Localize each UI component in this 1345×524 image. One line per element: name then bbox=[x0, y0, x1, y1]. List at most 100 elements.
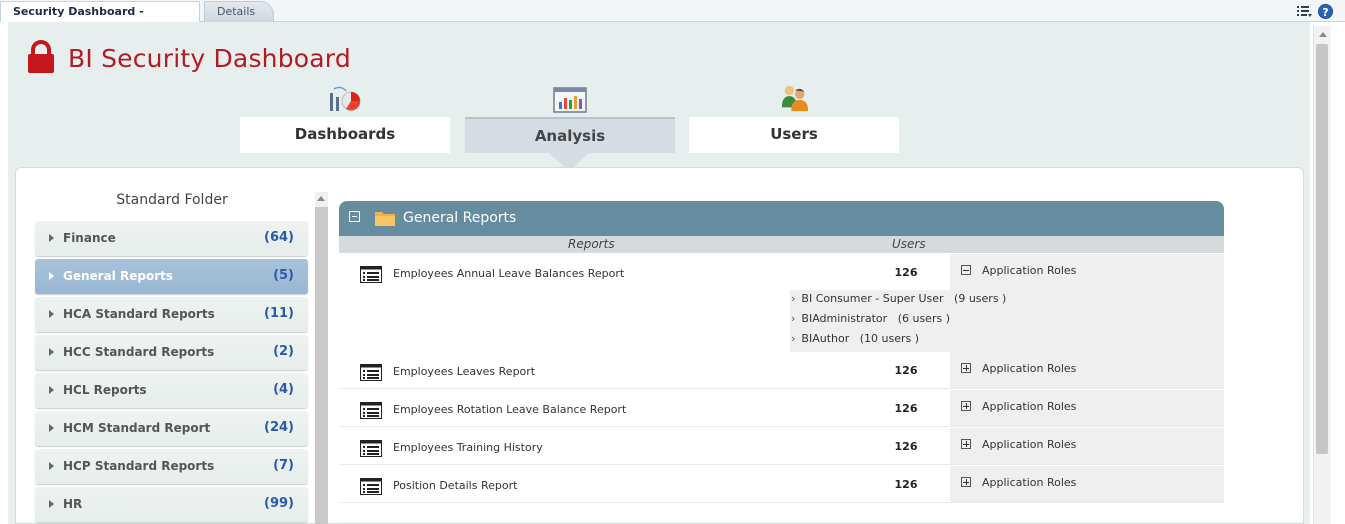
folder-list-scrollbar[interactable] bbox=[315, 192, 328, 524]
folder-item-count: (99) bbox=[264, 496, 294, 511]
report-user-count: 126 bbox=[894, 364, 918, 377]
scroll-up-arrow-icon[interactable] bbox=[317, 196, 325, 201]
tab-dashboards[interactable]: Dashboards bbox=[240, 117, 450, 153]
folder-item-finance[interactable]: Finance (64) bbox=[35, 221, 308, 256]
folder-item-hcl-reports[interactable]: HCL Reports (4) bbox=[35, 373, 308, 408]
folder-item-count: (24) bbox=[264, 420, 294, 435]
folder-icon bbox=[375, 212, 395, 226]
report-icon bbox=[360, 402, 382, 419]
collapse-icon[interactable] bbox=[349, 211, 360, 222]
report-user-count: 126 bbox=[894, 266, 918, 279]
chevron-right-icon: › bbox=[791, 332, 796, 345]
report-name[interactable]: Employees Leaves Report bbox=[393, 365, 535, 378]
report-panel-header: General Reports bbox=[339, 201, 1224, 236]
folder-item-hr[interactable]: HR (99) bbox=[35, 487, 308, 522]
application-roles-cell: Application Roles bbox=[950, 428, 1224, 464]
page-title: BI Security Dashboard bbox=[68, 44, 351, 73]
report-panel-title: General Reports bbox=[403, 210, 517, 226]
folder-item-label: HCM Standard Report bbox=[63, 421, 211, 435]
caret-right-icon bbox=[49, 386, 54, 394]
table-row[interactable]: Employees Training History 126 Applicati… bbox=[339, 428, 1224, 465]
role-item[interactable]: › BI Consumer - Super User (9 users ) bbox=[791, 292, 1006, 305]
role-name: BI Consumer - Super User bbox=[801, 292, 944, 305]
caret-right-icon bbox=[49, 500, 54, 508]
caret-right-icon bbox=[49, 348, 54, 356]
users-icon bbox=[781, 85, 809, 112]
application-roles-cell: Application Roles bbox=[950, 466, 1224, 502]
folder-item-hcm-standard-report[interactable]: HCM Standard Report (24) bbox=[35, 411, 308, 446]
scroll-up-arrow-icon[interactable] bbox=[1319, 32, 1327, 37]
role-name: BIAuthor bbox=[801, 332, 850, 345]
expand-icon[interactable] bbox=[961, 439, 971, 449]
application-roles-cell: Application Roles bbox=[950, 352, 1224, 388]
tab-analysis[interactable]: Analysis bbox=[465, 117, 675, 153]
application-roles-label[interactable]: Application Roles bbox=[982, 476, 1076, 489]
report-name[interactable]: Employees Rotation Leave Balance Report bbox=[393, 403, 626, 416]
tab-users[interactable]: Users bbox=[689, 117, 899, 153]
table-row[interactable]: Employees Rotation Leave Balance Report … bbox=[339, 390, 1224, 427]
folder-item-count: (4) bbox=[273, 382, 294, 397]
analysis-report-icon bbox=[553, 87, 587, 113]
folder-item-count: (7) bbox=[273, 458, 294, 473]
folder-item-general-reports[interactable]: General Reports (5) bbox=[35, 259, 308, 294]
folder-item-hcp-standard-reports[interactable]: HCP Standard Reports (7) bbox=[35, 449, 308, 484]
folder-item-hca-standard-reports[interactable]: HCA Standard Reports (11) bbox=[35, 297, 308, 332]
expand-icon[interactable] bbox=[961, 401, 971, 411]
report-user-count: 126 bbox=[894, 440, 918, 453]
expanded-roles-list: › BI Consumer - Super User (9 users ) › BI… bbox=[339, 290, 1224, 352]
chevron-right-icon: › bbox=[791, 312, 796, 325]
caret-right-icon bbox=[49, 272, 54, 280]
folder-item-count: (2) bbox=[273, 344, 294, 359]
folder-item-count: (11) bbox=[264, 306, 294, 321]
application-roles-cell: Application Roles bbox=[950, 390, 1224, 426]
tab-security-dashboard-overview[interactable]: Security Dashboard - Overview bbox=[0, 1, 200, 38]
application-roles-label[interactable]: Application Roles bbox=[982, 362, 1076, 375]
role-name: BIAdministrator bbox=[801, 312, 888, 325]
folder-item-label: Finance bbox=[63, 231, 116, 245]
folder-item-label: General Reports bbox=[63, 269, 173, 283]
folder-item-label: HCP Standard Reports bbox=[63, 459, 215, 473]
table-row[interactable]: Position Details Report 126 Application … bbox=[339, 466, 1224, 503]
caret-right-icon bbox=[49, 310, 54, 318]
folder-item-count: (5) bbox=[273, 268, 294, 283]
expand-icon[interactable] bbox=[961, 477, 971, 487]
report-user-count: 126 bbox=[894, 478, 918, 491]
tab-details[interactable]: Details bbox=[204, 1, 274, 22]
scrollbar-thumb[interactable] bbox=[315, 207, 328, 524]
report-user-count: 126 bbox=[894, 402, 918, 415]
folder-item-hcc-standard-reports[interactable]: HCC Standard Reports (2) bbox=[35, 335, 308, 370]
role-user-count: (10 users ) bbox=[859, 332, 920, 345]
window-tab-strip: Security Dashboard - Overview Details ? bbox=[0, 0, 1345, 38]
collapse-icon[interactable] bbox=[961, 265, 971, 275]
report-name[interactable]: Employees Annual Leave Balances Report bbox=[393, 267, 624, 280]
report-name[interactable]: Employees Training History bbox=[393, 441, 543, 454]
dashboard-chart-icon bbox=[330, 86, 361, 111]
folder-item-label: HCL Reports bbox=[63, 383, 147, 397]
application-roles-label[interactable]: Application Roles bbox=[982, 264, 1076, 277]
report-icon bbox=[360, 440, 382, 457]
table-row[interactable]: Employees Leaves Report 126 Application … bbox=[339, 352, 1224, 389]
application-roles-cell: Application Roles bbox=[950, 254, 1224, 290]
report-table-header: Reports Users bbox=[339, 236, 1224, 253]
role-user-count: (9 users ) bbox=[954, 292, 1007, 305]
application-roles-label[interactable]: Application Roles bbox=[982, 438, 1076, 451]
help-icon[interactable]: ? bbox=[1318, 3, 1333, 19]
report-icon bbox=[360, 364, 382, 381]
caret-right-icon bbox=[49, 424, 54, 432]
chevron-right-icon: › bbox=[791, 292, 796, 305]
expand-icon[interactable] bbox=[961, 363, 971, 373]
application-roles-label[interactable]: Application Roles bbox=[982, 400, 1076, 413]
scrollbar-thumb[interactable] bbox=[1316, 44, 1328, 454]
page-options-icon[interactable] bbox=[1296, 3, 1312, 19]
report-name[interactable]: Position Details Report bbox=[393, 479, 517, 492]
folder-item-label: HCA Standard Reports bbox=[63, 307, 215, 321]
table-row[interactable]: Employees Annual Leave Balances Report 1… bbox=[339, 254, 1224, 291]
column-header-users: Users bbox=[892, 237, 926, 251]
role-item[interactable]: › BIAuthor (10 users ) bbox=[791, 332, 919, 345]
role-item[interactable]: › BIAdministrator (6 users ) bbox=[791, 312, 950, 325]
page-scrollbar[interactable] bbox=[1313, 26, 1331, 524]
folder-item-label: HR bbox=[63, 497, 83, 511]
folder-item-count: (64) bbox=[264, 230, 294, 245]
role-user-count: (6 users ) bbox=[897, 312, 950, 325]
folder-list-title: Standard Folder bbox=[116, 192, 228, 208]
